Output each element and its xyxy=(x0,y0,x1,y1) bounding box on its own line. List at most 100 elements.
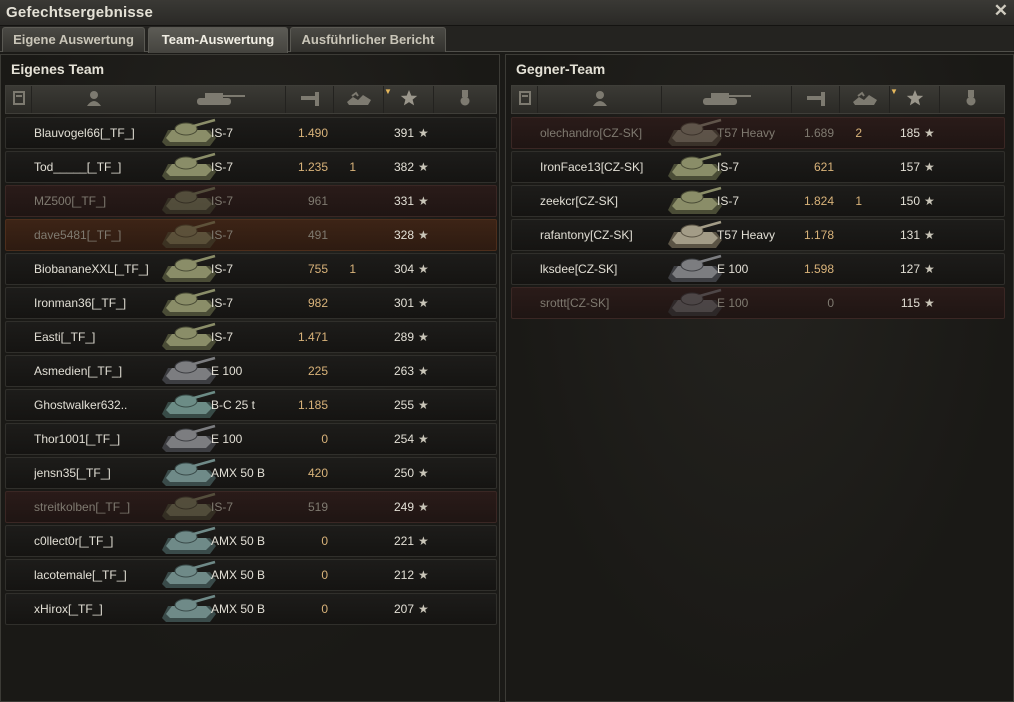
damage-value: 982 xyxy=(307,296,328,310)
damage-value: 1.824 xyxy=(803,194,834,208)
table-row[interactable]: jensn35[_TF_] AMX 50 B 420 250 ★ xyxy=(5,457,497,489)
table-row[interactable]: BiobananeXXL[_TF_] IS-7 755 1 304 ★ xyxy=(5,253,497,285)
own-team-panel: Eigenes Team ▼ Blauvogel66[_TF_] IS-7 1.49… xyxy=(0,54,500,702)
damage-value: 420 xyxy=(307,466,328,480)
kills-value xyxy=(336,118,356,148)
tank-icon xyxy=(193,89,249,111)
star-icon: ★ xyxy=(418,534,429,548)
squad-icon xyxy=(12,89,26,111)
own-team-header-tank[interactable] xyxy=(156,86,286,113)
table-row[interactable]: c0llect0r[_TF_] AMX 50 B 0 221 ★ xyxy=(5,525,497,557)
table-row[interactable]: streitkolben[_TF_] IS-7 519 249 ★ xyxy=(5,491,497,523)
table-row[interactable]: rafantony[CZ-SK] T57 Heavy 1.178 131 ★ xyxy=(511,219,1005,251)
enemy-team-header-kills[interactable] xyxy=(840,86,890,113)
enemy-team-header-damage[interactable] xyxy=(792,86,840,113)
star-icon xyxy=(906,89,924,111)
star-icon: ★ xyxy=(418,364,429,378)
xp-value: 263 xyxy=(393,364,414,378)
table-row[interactable]: Thor1001[_TF_] E 100 0 254 ★ xyxy=(5,423,497,455)
table-row[interactable]: dave5481[_TF_] IS-7 491 328 ★ xyxy=(5,219,497,251)
damage-icon xyxy=(299,89,321,111)
star-icon: ★ xyxy=(924,194,935,208)
tank-icon xyxy=(699,89,755,111)
star-icon: ★ xyxy=(418,398,429,412)
damage-value: 519 xyxy=(307,500,328,514)
own-team-header-kills[interactable] xyxy=(334,86,384,113)
own-team-header-xp[interactable]: ▼ xyxy=(384,86,434,113)
star-icon: ★ xyxy=(418,126,429,140)
kills-value xyxy=(336,186,356,216)
damage-value: 0 xyxy=(321,534,328,548)
table-row[interactable]: Easti[_TF_] IS-7 1.471 289 ★ xyxy=(5,321,497,353)
xp-value: 250 xyxy=(393,466,414,480)
kills-value xyxy=(842,220,862,250)
table-row[interactable]: Ironman36[_TF_] IS-7 982 301 ★ xyxy=(5,287,497,319)
enemy-team-header-tank[interactable] xyxy=(662,86,792,113)
own-team-header-player[interactable] xyxy=(32,86,156,113)
own-team-header-squad[interactable] xyxy=(6,86,32,113)
xp-value: 304 xyxy=(393,262,414,276)
enemy-team-list: olechandro[CZ-SK] T57 Heavy 1.689 2 185 ★ Iron… xyxy=(511,117,1005,321)
star-icon: ★ xyxy=(924,296,935,310)
player-name: xHirox[_TF_] xyxy=(34,602,103,616)
damage-value: 0 xyxy=(321,602,328,616)
sort-arrow-icon: ▼ xyxy=(890,87,898,96)
own-team-header-medals[interactable] xyxy=(434,86,496,113)
table-row[interactable]: xHirox[_TF_] AMX 50 B 0 207 ★ xyxy=(5,593,497,625)
enemy-team-header-medals[interactable] xyxy=(940,86,1002,113)
window-title: Gefechtsergebnisse xyxy=(6,4,153,21)
star-icon: ★ xyxy=(418,296,429,310)
window-titlebar: Gefechtsergebnisse ✕ xyxy=(0,0,1014,26)
star-icon: ★ xyxy=(418,330,429,344)
own-team-header-damage[interactable] xyxy=(286,86,334,113)
xp-value: 391 xyxy=(393,126,414,140)
star-icon xyxy=(400,89,418,111)
enemy-team-header-xp[interactable]: ▼ xyxy=(890,86,940,113)
enemy-team-title: Gegner-Team xyxy=(516,61,606,77)
xp-value: 328 xyxy=(393,228,414,242)
own-team-list: Blauvogel66[_TF_] IS-7 1.490 391 ★ Tod_____[_… xyxy=(5,117,497,627)
star-icon: ★ xyxy=(418,602,429,616)
kills-value xyxy=(336,526,356,556)
tab-eigene-auswertung[interactable]: Eigene Auswertung xyxy=(2,27,145,52)
player-name: rafantony[CZ-SK] xyxy=(540,228,633,242)
table-row[interactable]: olechandro[CZ-SK] T57 Heavy 1.689 2 185 ★ xyxy=(511,117,1005,149)
player-name: Asmedien[_TF_] xyxy=(34,364,123,378)
table-row[interactable]: lksdee[CZ-SK] E 100 1.598 127 ★ xyxy=(511,253,1005,285)
xp-value: 127 xyxy=(899,262,920,276)
kills-value xyxy=(336,322,356,352)
xp-value: 254 xyxy=(393,432,414,446)
kills-value xyxy=(336,288,356,318)
kills-value xyxy=(336,356,356,386)
table-row[interactable]: IronFace13[CZ-SK] IS-7 621 157 ★ xyxy=(511,151,1005,183)
table-row[interactable]: Ghostwalker632.. B-C 25 t 1.185 255 ★ xyxy=(5,389,497,421)
table-row[interactable]: lacotemale[_TF_] AMX 50 B 0 212 ★ xyxy=(5,559,497,591)
table-row[interactable]: Blauvogel66[_TF_] IS-7 1.490 391 ★ xyxy=(5,117,497,149)
xp-value: 249 xyxy=(393,500,414,514)
table-row[interactable]: Tod_____[_TF_] IS-7 1.235 1 382 ★ xyxy=(5,151,497,183)
player-icon xyxy=(592,89,608,111)
player-name: srottt[CZ-SK] xyxy=(540,296,610,310)
table-row[interactable]: Asmedien[_TF_] E 100 225 263 ★ xyxy=(5,355,497,387)
damage-icon xyxy=(805,89,827,111)
enemy-team-header-squad[interactable] xyxy=(512,86,538,113)
tab-ausfuehrlicher-bericht[interactable]: Ausführlicher Bericht xyxy=(290,27,446,52)
damage-value: 621 xyxy=(813,160,834,174)
xp-value: 289 xyxy=(393,330,414,344)
damage-value: 1.689 xyxy=(803,126,834,140)
enemy-team-header-player[interactable] xyxy=(538,86,662,113)
damage-value: 1.185 xyxy=(297,398,328,412)
star-icon: ★ xyxy=(418,466,429,480)
xp-value: 157 xyxy=(899,160,920,174)
player-name: jensn35[_TF_] xyxy=(34,466,111,480)
enemy-team-panel: Gegner-Team ▼ olechandro[CZ-SK] T57 Heavy… xyxy=(505,54,1014,702)
enemy-team-column-header: ▼ xyxy=(511,85,1005,114)
tab-team-auswertung[interactable]: Team-Auswertung xyxy=(148,27,288,53)
player-name: Ghostwalker632.. xyxy=(34,398,128,412)
close-icon[interactable]: ✕ xyxy=(994,1,1008,21)
kills-icon xyxy=(344,89,374,111)
xp-value: 131 xyxy=(899,228,920,242)
table-row[interactable]: zeekcr[CZ-SK] IS-7 1.824 1 150 ★ xyxy=(511,185,1005,217)
table-row[interactable]: MZ500[_TF_] IS-7 961 331 ★ xyxy=(5,185,497,217)
table-row[interactable]: srottt[CZ-SK] E 100 0 115 ★ xyxy=(511,287,1005,319)
